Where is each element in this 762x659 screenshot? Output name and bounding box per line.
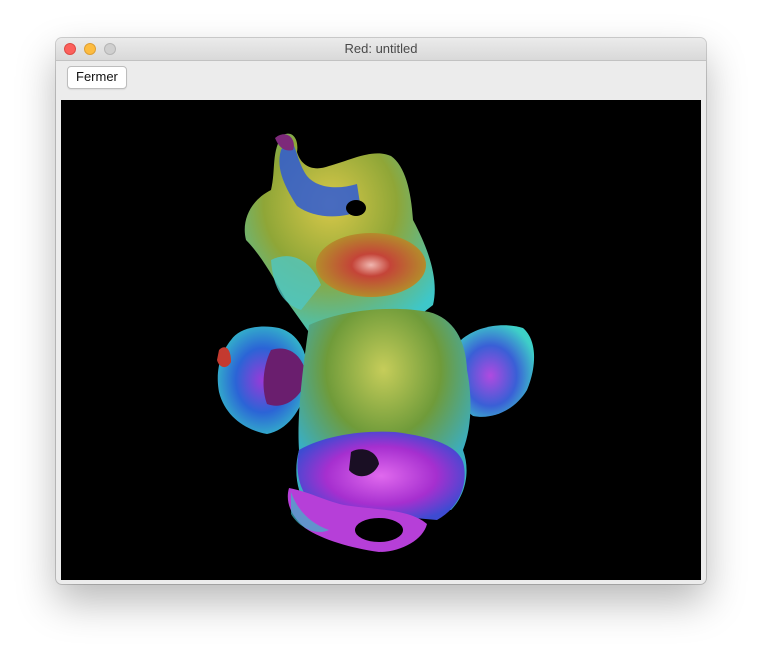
surface-hole-upper <box>346 200 366 216</box>
surface-render <box>217 133 535 552</box>
toolbar: Fermer <box>56 61 706 100</box>
app-window: Red: untitled Fermer <box>56 38 706 584</box>
surface-hole-lower <box>355 518 403 542</box>
surface-red-region <box>316 233 426 297</box>
render-viewport[interactable] <box>61 100 701 580</box>
title-bar[interactable]: Red: untitled <box>56 38 706 61</box>
window-title: Red: untitled <box>344 41 418 56</box>
surface-head-region <box>244 133 435 335</box>
close-viewer-button[interactable]: Fermer <box>67 66 127 89</box>
